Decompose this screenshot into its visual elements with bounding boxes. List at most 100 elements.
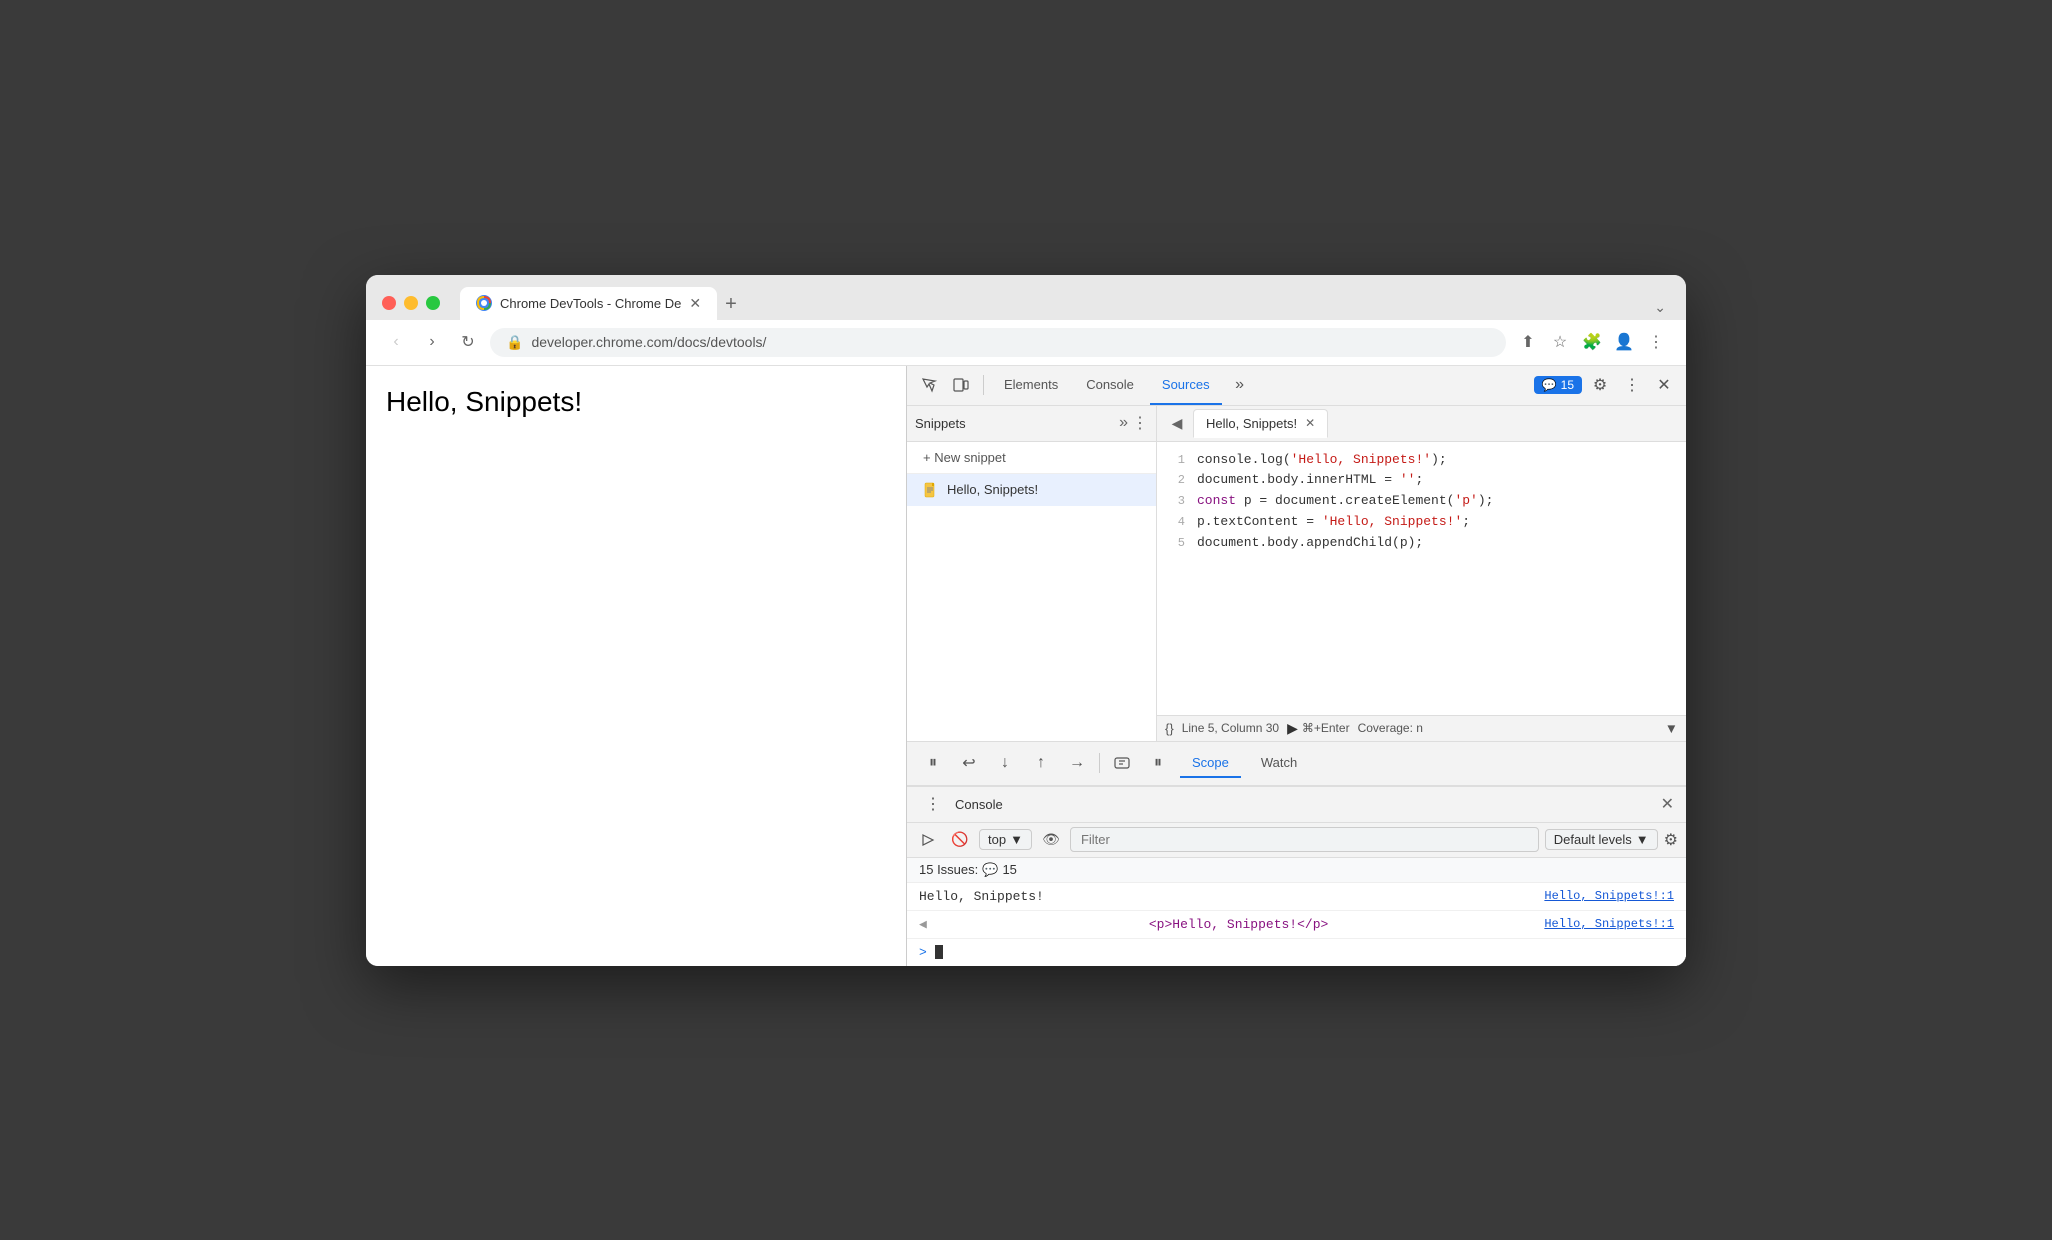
line-code-2[interactable]: document.body.innerHTML = '';	[1197, 470, 1423, 491]
execute-context-button[interactable]	[915, 827, 941, 853]
prompt-cursor	[935, 945, 943, 959]
status-position: Line 5, Column 30	[1182, 721, 1279, 735]
code-line-4: 4 p.textContent = 'Hello, Snippets!';	[1157, 512, 1686, 533]
reload-button[interactable]: ↻	[454, 328, 482, 356]
url-text[interactable]: developer.chrome.com/docs/devtools/	[531, 334, 766, 350]
tab-menu-icon[interactable]: ⌄	[1650, 295, 1670, 320]
tab-sources[interactable]: Sources	[1150, 365, 1222, 405]
code-line-2: 2 document.body.innerHTML = '';	[1157, 470, 1686, 491]
editor-file-close-icon[interactable]: ✕	[1305, 416, 1315, 430]
code-line-3: 3 const p = document.createElement('p');	[1157, 491, 1686, 512]
share-icon[interactable]: ⬆	[1514, 328, 1542, 356]
step-button[interactable]: →	[1063, 749, 1091, 777]
device-toolbar-button[interactable]	[947, 371, 975, 399]
console-close-button[interactable]: ✕	[1661, 794, 1674, 814]
top-label: top	[988, 832, 1006, 847]
more-options-button[interactable]: ⋮	[1618, 371, 1646, 399]
settings-button[interactable]: ⚙	[1586, 371, 1614, 399]
back-button[interactable]: ‹	[382, 328, 410, 356]
header-right: 💬 15 ⚙ ⋮ ✕	[1534, 371, 1678, 399]
default-levels-selector[interactable]: Default levels ▼	[1545, 829, 1658, 850]
debugger-toolbar: ⏸ ↩ ↓ ↑ → ⏸ Scope	[907, 742, 1686, 786]
expand-button[interactable]: ▼	[1665, 721, 1678, 736]
tab-close-icon[interactable]: ✕	[689, 295, 701, 312]
page-content: Hello, Snippets!	[366, 366, 906, 966]
devtools-panel: Elements Console Sources » 💬 15 ⚙ ⋮ ✕	[906, 366, 1686, 966]
code-line-5: 5 document.body.appendChild(p);	[1157, 533, 1686, 554]
profile-icon[interactable]: 👤	[1610, 328, 1638, 356]
live-expressions-button[interactable]: 👁	[1038, 827, 1064, 853]
clear-console-button[interactable]: 🚫	[947, 827, 973, 853]
close-devtools-button[interactable]: ✕	[1650, 371, 1678, 399]
close-button[interactable]	[382, 296, 396, 310]
inspect-element-button[interactable]	[915, 371, 943, 399]
coverage-label: Coverage: n	[1358, 721, 1423, 735]
snippets-options-button[interactable]: ⋮	[1132, 413, 1148, 433]
console-filter-input[interactable]	[1070, 827, 1539, 852]
more-tabs-button[interactable]: »	[1226, 371, 1254, 399]
minimize-button[interactable]	[404, 296, 418, 310]
line-num-2: 2	[1157, 470, 1197, 490]
toolbar-icons: ⬆ ☆ 🧩 👤 ⋮	[1514, 328, 1670, 356]
active-tab[interactable]: Chrome DevTools - Chrome De ✕	[460, 287, 717, 320]
snippets-sidebar: Snippets » ⋮ + New snippet	[907, 406, 1157, 741]
maximize-button[interactable]	[426, 296, 440, 310]
new-snippet-button[interactable]: + New snippet	[907, 442, 1156, 474]
tab-title: Chrome DevTools - Chrome De	[500, 296, 681, 311]
bookmark-icon[interactable]: ☆	[1546, 328, 1574, 356]
issues-badge[interactable]: 💬 15	[1534, 376, 1582, 394]
line-code-4[interactable]: p.textContent = 'Hello, Snippets!';	[1197, 512, 1470, 533]
breakpoints-toggle[interactable]	[1108, 749, 1136, 777]
tab-elements[interactable]: Elements	[992, 365, 1070, 405]
address-bar: ‹ › ↻ 🔒 developer.chrome.com/docs/devtoo…	[366, 320, 1686, 365]
console-settings-button[interactable]: ⚙	[1664, 830, 1678, 850]
issues-icon: 💬	[1542, 378, 1557, 392]
editor-file-tab[interactable]: Hello, Snippets! ✕	[1193, 409, 1328, 438]
run-shortcut: ⌘+Enter	[1302, 721, 1350, 735]
console-html-link[interactable]: Hello, Snippets!:1	[1544, 917, 1674, 931]
line-num-5: 5	[1157, 533, 1197, 553]
step-out-button[interactable]: ↑	[1027, 749, 1055, 777]
context-selector[interactable]: top ▼	[979, 829, 1032, 850]
step-over-button[interactable]: ↩	[955, 749, 983, 777]
issues-bar: 15 Issues: 💬 15	[907, 858, 1686, 883]
editor-history-button[interactable]: ◀	[1165, 411, 1189, 435]
sources-panel: Snippets » ⋮ + New snippet	[907, 406, 1686, 742]
line-code-5[interactable]: document.body.appendChild(p);	[1197, 533, 1423, 554]
levels-dropdown-icon: ▼	[1636, 832, 1649, 847]
issues-bar-text: 15 Issues:	[919, 862, 978, 877]
snippets-header: Snippets » ⋮	[907, 406, 1156, 442]
console-panel: ⋮ Console ✕ 🚫 top ▼	[907, 786, 1686, 966]
editor-tab-bar: ◀ Hello, Snippets! ✕	[1157, 406, 1686, 442]
forward-button[interactable]: ›	[418, 328, 446, 356]
scope-tab[interactable]: Scope	[1180, 749, 1241, 778]
url-input[interactable]: 🔒 developer.chrome.com/docs/devtools/	[490, 328, 1506, 357]
console-prompt[interactable]: >	[907, 939, 1686, 966]
code-line-1: 1 console.log('Hello, Snippets!');	[1157, 450, 1686, 471]
console-log-link[interactable]: Hello, Snippets!:1	[1544, 889, 1674, 903]
console-header: ⋮ Console ✕	[907, 787, 1686, 823]
console-log: Hello, Snippets! Hello, Snippets!:1 ◀ <p…	[907, 883, 1686, 966]
menu-icon[interactable]: ⋮	[1642, 328, 1670, 356]
pause-exceptions-button[interactable]: ⏸	[1144, 749, 1172, 777]
pause-button[interactable]: ⏸	[919, 749, 947, 777]
code-content: 1 console.log('Hello, Snippets!'); 2 doc…	[1157, 442, 1686, 715]
editor-file-name: Hello, Snippets!	[1206, 416, 1297, 431]
console-menu-button[interactable]: ⋮	[919, 790, 947, 818]
issues-bar-count: 15	[1002, 862, 1016, 877]
format-button[interactable]: {}	[1165, 721, 1174, 736]
step-into-button[interactable]: ↓	[991, 749, 1019, 777]
console-log-text: Hello, Snippets!	[919, 889, 1044, 904]
line-num-4: 4	[1157, 512, 1197, 532]
extensions-icon[interactable]: 🧩	[1578, 328, 1606, 356]
tabs-row: Chrome DevTools - Chrome De ✕ + ⌄	[460, 287, 1670, 320]
snippets-more-button[interactable]: »	[1119, 414, 1128, 432]
tab-console[interactable]: Console	[1074, 365, 1146, 405]
line-code-1[interactable]: console.log('Hello, Snippets!');	[1197, 450, 1447, 471]
line-num-3: 3	[1157, 491, 1197, 511]
new-tab-button[interactable]: +	[717, 293, 745, 316]
watch-tab[interactable]: Watch	[1249, 749, 1309, 778]
snippet-item[interactable]: Hello, Snippets!	[907, 474, 1156, 506]
run-button[interactable]: ▶ ⌘+Enter	[1287, 720, 1349, 737]
line-code-3[interactable]: const p = document.createElement('p');	[1197, 491, 1493, 512]
